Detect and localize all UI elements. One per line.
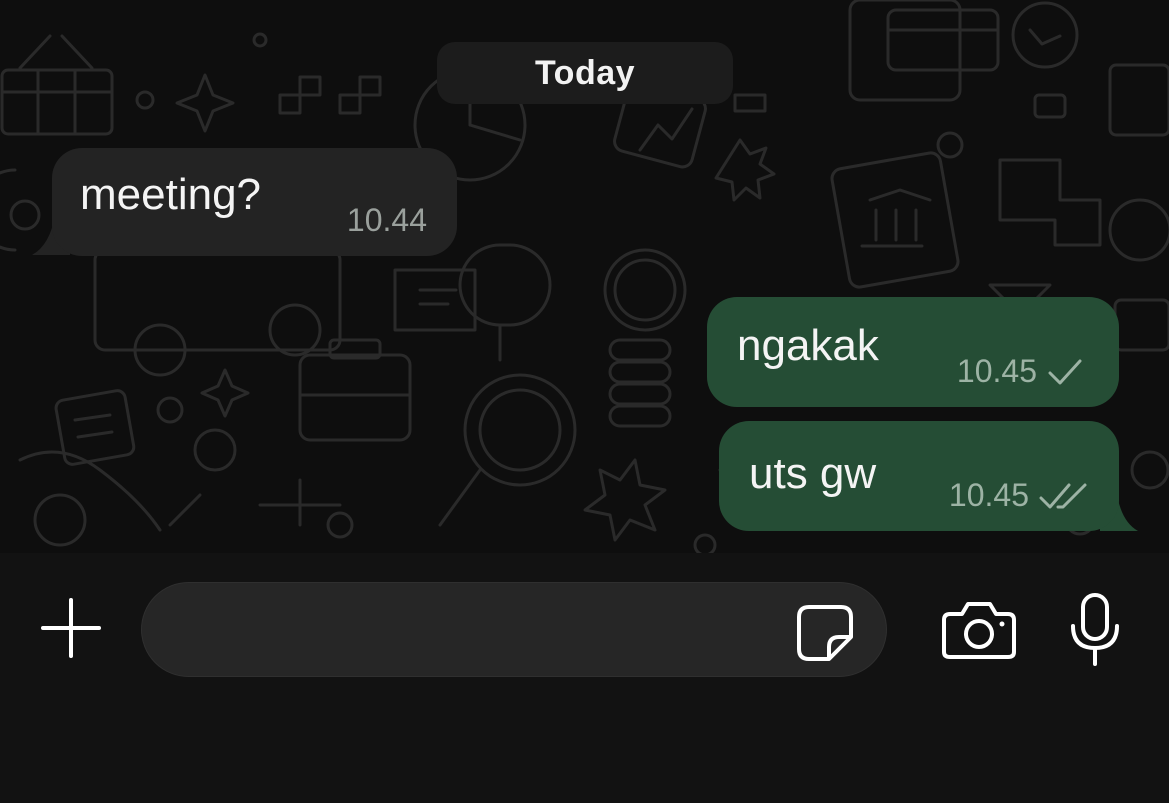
message-text: meeting? [80,170,262,219]
date-separator: Today [437,42,733,104]
double-check-icon [1039,483,1087,508]
message-time: 10.45 [956,353,1037,389]
attach-button[interactable] [36,593,106,663]
message-input-container[interactable] [141,582,887,678]
message-text: ngakak [737,321,879,370]
chat-screen: Today meeting? 10.44 ngakak 10.45 uts gw… [0,0,1169,803]
camera-icon[interactable] [940,600,1018,660]
message-meta: 10.44 [347,202,427,239]
message-meta: 10.45 [949,477,1089,514]
plus-icon [41,598,101,658]
message-time: 10.45 [948,477,1029,513]
message-bubble-outgoing[interactable]: ngakak 10.45 [707,297,1119,407]
message-bubble-incoming[interactable]: meeting? 10.44 [52,148,457,256]
single-check-icon [1048,359,1082,384]
message-input[interactable] [172,583,796,678]
message-bubble-outgoing[interactable]: uts gw 10.45 [719,421,1119,531]
microphone-icon[interactable] [1065,592,1125,668]
message-text: uts gw [749,449,877,498]
sticker-icon[interactable] [795,603,855,663]
message-meta: 10.45 [957,353,1083,390]
message-list[interactable]: Today meeting? 10.44 ngakak 10.45 uts gw… [0,0,1169,553]
message-time: 10.44 [346,202,427,238]
